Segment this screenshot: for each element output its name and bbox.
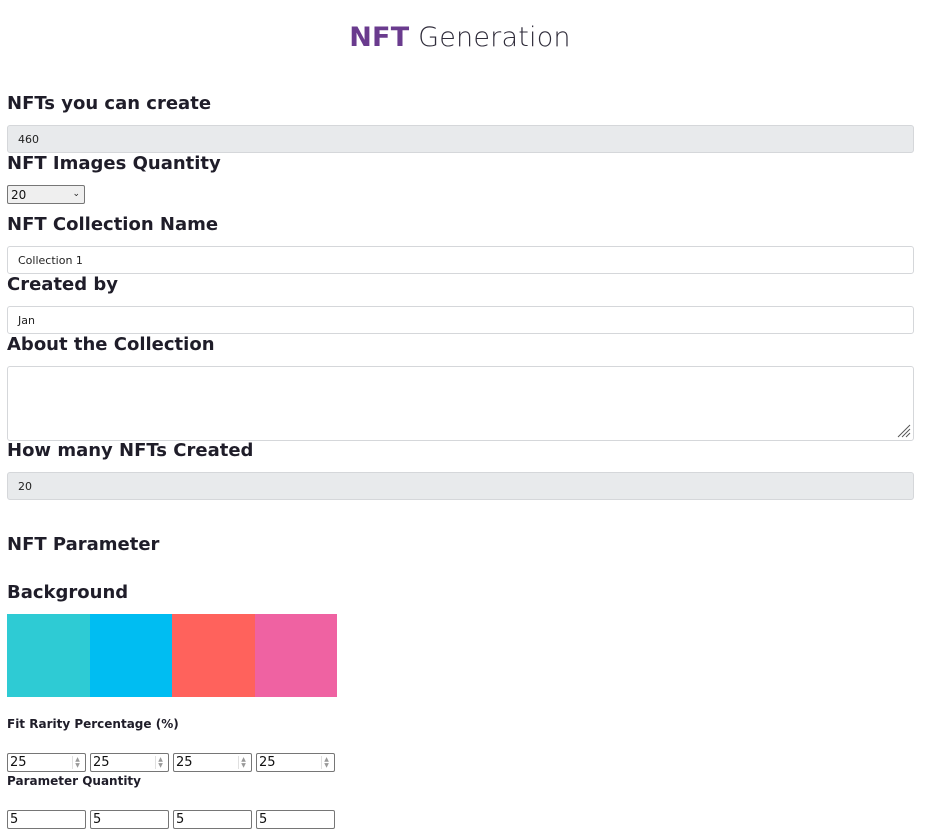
images-quantity-select[interactable]: 20 ⌄ bbox=[7, 185, 85, 204]
background-swatches bbox=[7, 614, 337, 697]
rarity-percentage-label: Fit Rarity Percentage (%) bbox=[7, 717, 179, 731]
rarity-input[interactable]: 25 ▲ ▼ bbox=[173, 753, 252, 772]
collection-name-value: Collection 1 bbox=[18, 253, 83, 267]
rarity-inputs: 25 ▲ ▼ 25 ▲ ▼ 25 ▲ ▼ 25 ▲ ▼ bbox=[7, 753, 335, 772]
quantity-value: 5 bbox=[259, 812, 268, 827]
quantity-value: 5 bbox=[93, 812, 102, 827]
collection-name-input[interactable]: Collection 1 bbox=[7, 246, 914, 274]
page-title-rest: Generation bbox=[418, 22, 571, 53]
about-collection-textarea[interactable] bbox=[7, 366, 914, 441]
rarity-input[interactable]: 25 ▲ ▼ bbox=[90, 753, 169, 772]
nfts-can-create-value: 460 bbox=[18, 132, 39, 146]
images-quantity-label: NFT Images Quantity bbox=[7, 153, 221, 174]
nfts-can-create-label: NFTs you can create bbox=[7, 93, 212, 114]
quantity-value: 5 bbox=[176, 812, 185, 827]
background-swatch[interactable] bbox=[254, 614, 337, 697]
quantity-input[interactable]: 5 bbox=[90, 810, 169, 829]
nft-generation-page: NFT Generation NFTs you can create 460 N… bbox=[0, 0, 928, 835]
collection-name-label: NFT Collection Name bbox=[7, 214, 219, 235]
background-label: Background bbox=[7, 582, 129, 603]
page-title-accent: NFT bbox=[349, 22, 410, 53]
spinner-icon[interactable]: ▲ ▼ bbox=[321, 756, 331, 769]
spinner-icon[interactable]: ▲ ▼ bbox=[238, 756, 248, 769]
how-many-created-field: 20 bbox=[7, 472, 914, 500]
how-many-created-label: How many NFTs Created bbox=[7, 440, 254, 461]
spinner-icon[interactable]: ▲ ▼ bbox=[155, 756, 165, 769]
resize-grip-icon[interactable] bbox=[895, 422, 911, 438]
spinner-icon[interactable]: ▲ ▼ bbox=[72, 756, 82, 769]
background-swatch[interactable] bbox=[172, 614, 255, 697]
rarity-input[interactable]: 25 ▲ ▼ bbox=[256, 753, 335, 772]
rarity-value: 25 bbox=[93, 755, 110, 770]
quantity-input[interactable]: 5 bbox=[256, 810, 335, 829]
rarity-value: 25 bbox=[10, 755, 27, 770]
about-collection-label: About the Collection bbox=[7, 334, 215, 355]
created-by-label: Created by bbox=[7, 274, 119, 295]
quantity-input[interactable]: 5 bbox=[7, 810, 86, 829]
quantity-inputs: 5 5 5 5 bbox=[7, 810, 335, 829]
how-many-created-value: 20 bbox=[18, 479, 32, 493]
created-by-input[interactable]: Jan bbox=[7, 306, 914, 334]
images-quantity-selected: 20 bbox=[11, 187, 27, 202]
background-swatch[interactable] bbox=[89, 614, 172, 697]
nfts-can-create-field: 460 bbox=[7, 125, 914, 153]
created-by-value: Jan bbox=[18, 313, 35, 327]
quantity-value: 5 bbox=[10, 812, 19, 827]
background-swatch[interactable] bbox=[7, 614, 90, 697]
parameter-quantity-label: Parameter Quantity bbox=[7, 774, 141, 788]
rarity-input[interactable]: 25 ▲ ▼ bbox=[7, 753, 86, 772]
rarity-value: 25 bbox=[259, 755, 276, 770]
chevron-down-icon: ⌄ bbox=[72, 189, 80, 199]
rarity-value: 25 bbox=[176, 755, 193, 770]
nft-parameter-heading: NFT Parameter bbox=[7, 534, 160, 555]
page-title: NFT Generation bbox=[0, 22, 920, 53]
quantity-input[interactable]: 5 bbox=[173, 810, 252, 829]
